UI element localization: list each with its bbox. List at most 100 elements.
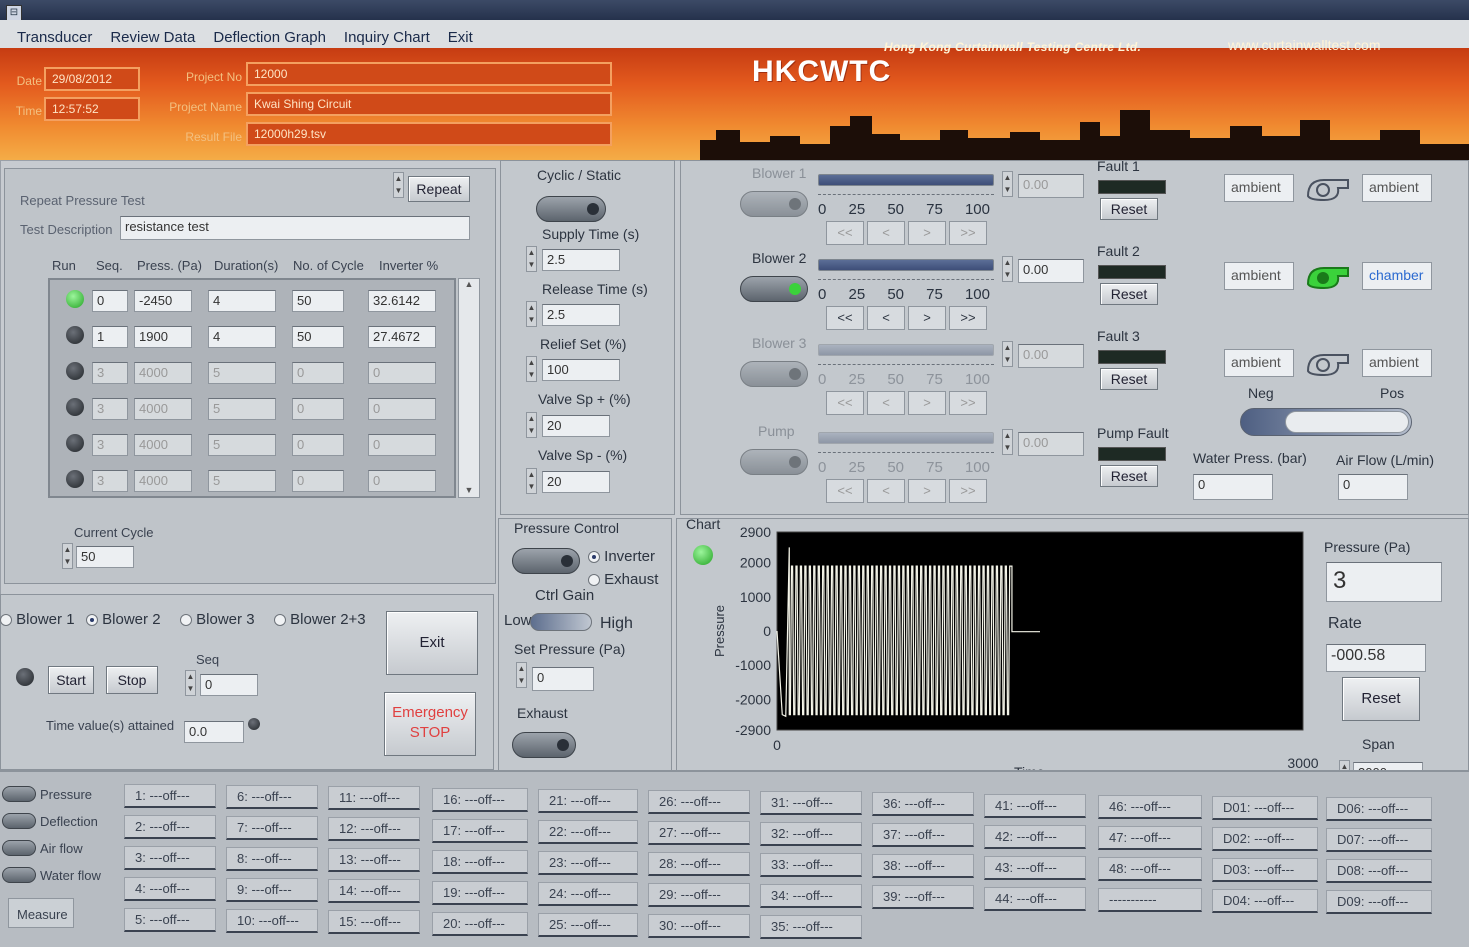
fault-reset-button[interactable]: Reset [1100,283,1158,305]
channel-button[interactable]: 6: ---off--- [226,785,318,809]
blower-value-field[interactable]: 0.00 [1018,344,1084,368]
channel-button[interactable]: D06: ---off--- [1326,797,1432,821]
channel-button[interactable]: 11: ---off--- [328,786,420,810]
channel-button[interactable]: 1: ---off--- [124,784,216,808]
channel-button[interactable]: 2: ---off--- [124,815,216,839]
channel-button[interactable]: D07: ---off--- [1326,828,1432,852]
channel-button[interactable]: 25: ---off--- [538,913,638,937]
channel-button[interactable]: 39: ---off--- [872,885,974,909]
channel-button[interactable]: 5: ---off--- [124,908,216,932]
run-led[interactable] [66,290,84,308]
sensor-toggle[interactable] [2,867,36,883]
sensor-toggle[interactable] [2,840,36,856]
blower-toggle[interactable] [740,276,808,302]
blower-value-field[interactable]: 0.00 [1018,259,1084,283]
set-pressure-input[interactable]: 0 [532,667,594,691]
inverter-cell[interactable]: 32.6142 [368,290,436,312]
pressure-cell[interactable]: 4000 [134,470,192,492]
blower-nav-button[interactable]: << [826,306,864,330]
radio-dot[interactable] [86,614,98,627]
current-cycle-spinner[interactable]: ▲ ▼ [62,543,73,569]
ctrl-gain-slider[interactable] [530,613,592,631]
blower-radio[interactable]: Blower 1 [0,611,75,628]
duration-cell[interactable]: 5 [208,434,276,456]
channel-button[interactable]: 20: ---off--- [432,912,528,936]
blower-nav-button[interactable]: >> [949,221,987,245]
blower-value-field[interactable]: 0.00 [1018,432,1084,456]
channel-button[interactable]: 16: ---off--- [432,788,528,812]
duration-cell[interactable]: 5 [208,398,276,420]
table-scrollbar[interactable]: ▲ ▼ [458,278,480,498]
cycles-cell[interactable]: 0 [292,470,344,492]
blower-spinner[interactable]: ▲ ▼ [1002,171,1013,197]
duration-cell[interactable]: 5 [208,362,276,384]
channel-button[interactable]: 41: ---off--- [984,794,1086,818]
channel-button[interactable]: 24: ---off--- [538,882,638,906]
blower-toggle[interactable] [740,449,808,475]
release-time-input[interactable]: 2.5 [542,304,620,326]
blower-nav-button[interactable]: > [908,306,946,330]
blower-slider[interactable] [818,432,994,444]
sensor-toggle[interactable] [2,813,36,829]
channel-button[interactable]: D04: ---off--- [1212,889,1318,913]
blower-toggle[interactable] [740,361,808,387]
cycles-cell[interactable]: 0 [292,398,344,420]
channel-button[interactable]: 12: ---off--- [328,817,420,841]
run-led[interactable] [66,326,84,344]
duration-cell[interactable]: 4 [208,290,276,312]
channel-button[interactable]: 21: ---off--- [538,789,638,813]
blower-nav-button[interactable]: > [908,221,946,245]
blower-nav-button[interactable]: > [908,479,946,503]
blower-slider[interactable] [818,174,994,186]
blower-radio[interactable]: Blower 3 [180,611,255,628]
neg-pos-toggle[interactable] [1240,408,1412,436]
channel-button[interactable]: 47: ---off--- [1098,826,1202,850]
duration-cell[interactable]: 4 [208,326,276,348]
channel-button[interactable]: 4: ---off--- [124,877,216,901]
pressure-cell[interactable]: 1900 [134,326,192,348]
inverter-cell[interactable]: 0 [368,434,436,456]
duration-cell[interactable]: 5 [208,470,276,492]
blower-nav-button[interactable]: << [826,221,864,245]
seq-cell[interactable]: 3 [92,434,128,456]
blower-value-field[interactable]: 0.00 [1018,174,1084,198]
channel-button[interactable]: 9: ---off--- [226,878,318,902]
fault-reset-button[interactable]: Reset [1100,198,1158,220]
run-led[interactable] [66,398,84,416]
cycles-cell[interactable]: 0 [292,362,344,384]
blower-nav-button[interactable]: < [867,221,905,245]
exit-button[interactable]: Exit [386,611,478,675]
run-led[interactable] [66,362,84,380]
channel-button[interactable]: ----------- [1098,888,1202,912]
release-time-spinner[interactable]: ▲ ▼ [526,301,537,327]
channel-button[interactable]: 18: ---off--- [432,850,528,874]
blower-spinner[interactable]: ▲ ▼ [1002,256,1013,282]
valve-plus-input[interactable]: 20 [542,415,610,437]
blower-slider[interactable] [818,344,994,356]
pressure-cell[interactable]: -2450 [134,290,192,312]
channel-button[interactable]: 30: ---off--- [648,914,750,938]
inverter-cell[interactable]: 27.4672 [368,326,436,348]
channel-button[interactable]: 8: ---off--- [226,847,318,871]
blower-slider[interactable] [818,259,994,271]
blower-nav-button[interactable]: << [826,391,864,415]
cycles-cell[interactable]: 50 [292,290,344,312]
blower-nav-button[interactable]: < [867,391,905,415]
set-pressure-spinner[interactable]: ▲ ▼ [516,662,527,688]
emergency-stop-button[interactable]: Emergency STOP [384,692,476,756]
stop-button[interactable]: Stop [106,666,158,694]
result-file-field[interactable]: 12000h29.tsv [246,122,612,146]
menu-inquiry-chart[interactable]: Inquiry Chart [335,29,439,46]
start-button[interactable]: Start [48,666,94,694]
fault-reset-button[interactable]: Reset [1100,368,1158,390]
blower-nav-button[interactable]: << [826,479,864,503]
channel-button[interactable]: D03: ---off--- [1212,858,1318,882]
blower-nav-button[interactable]: >> [949,479,987,503]
exhaust-radio[interactable]: Exhaust [588,571,658,588]
pressure-control-toggle[interactable] [512,548,580,574]
supply-time-spinner[interactable]: ▲ ▼ [526,246,537,272]
channel-button[interactable]: 23: ---off--- [538,851,638,875]
channel-button[interactable]: 27: ---off--- [648,821,750,845]
seq-cell[interactable]: 3 [92,362,128,384]
channel-button[interactable]: 14: ---off--- [328,879,420,903]
